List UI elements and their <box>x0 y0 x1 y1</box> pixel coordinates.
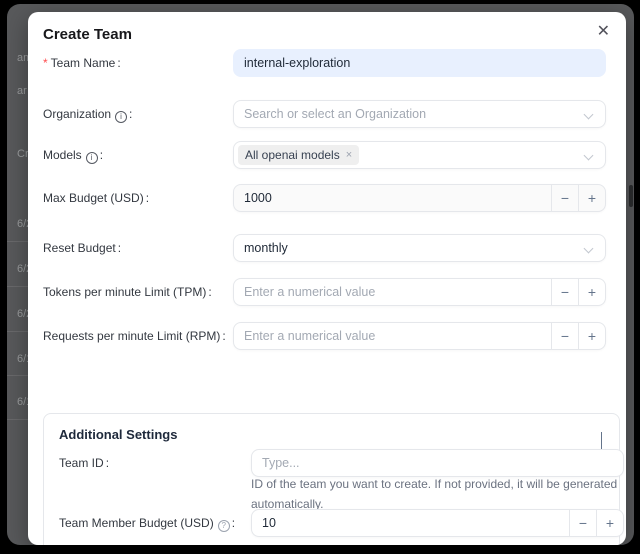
dimmed-background-window: am ar Cr 6/2 6/2 6/2 6/1 6/1 Create Team… <box>7 4 634 545</box>
tag-remove-icon[interactable]: × <box>346 149 352 161</box>
model-tag-label: All openai models <box>245 148 340 162</box>
organization-row: Organizationi: Search or select an Organ… <box>43 100 611 128</box>
reset-budget-value: monthly <box>234 241 288 255</box>
reset-budget-row: Reset Budget: monthly <box>43 234 611 262</box>
team-id-field <box>251 449 624 477</box>
modal-title: Create Team <box>43 26 132 43</box>
screenshot-stage: am ar Cr 6/2 6/2 6/2 6/1 6/1 Create Team… <box>0 0 640 554</box>
team-id-input[interactable] <box>252 450 623 476</box>
team-name-input[interactable] <box>234 50 605 76</box>
tpm-field: − + <box>233 278 606 306</box>
increment-button[interactable]: + <box>596 510 623 536</box>
decrement-button[interactable]: − <box>551 279 578 305</box>
background-table-divider <box>7 286 28 287</box>
rpm-label: Requests per minute Limit (RPM): <box>43 322 226 350</box>
tpm-row: Tokens per minute Limit (TPM): − + <box>43 278 611 306</box>
chevron-down-icon <box>584 110 594 120</box>
chevron-down-icon <box>584 151 594 161</box>
decrement-button[interactable]: − <box>551 185 578 211</box>
team-id-help-text: ID of the team you want to create. If no… <box>251 474 626 514</box>
max-budget-field: − + <box>233 184 606 212</box>
rpm-row: Requests per minute Limit (RPM): − + <box>43 322 611 350</box>
member-budget-input[interactable] <box>252 510 569 536</box>
member-budget-row: Team Member Budget (USD)?: − + <box>59 509 611 537</box>
tpm-label: Tokens per minute Limit (TPM): <box>43 278 212 306</box>
additional-settings-title: Additional Settings <box>59 427 177 442</box>
organization-label: Organizationi: <box>43 100 132 128</box>
tpm-input[interactable] <box>234 279 551 305</box>
max-budget-row: Max Budget (USD): − + <box>43 184 611 212</box>
team-name-label: *Team Name: <box>43 49 121 77</box>
help-icon: ? <box>218 520 230 532</box>
max-budget-label: Max Budget (USD): <box>43 184 149 212</box>
models-row: Modelsi: All openai models × <box>43 141 611 169</box>
increment-button[interactable]: + <box>578 185 605 211</box>
reset-budget-label: Reset Budget: <box>43 234 121 262</box>
background-table-divider <box>7 375 28 376</box>
team-id-label: Team ID: <box>59 449 109 477</box>
info-icon: i <box>86 152 98 164</box>
additional-settings-card: Additional Settings Team ID: ID of the t… <box>43 413 620 545</box>
background-scrollbar-thumb[interactable] <box>629 185 633 207</box>
organization-placeholder: Search or select an Organization <box>234 107 426 121</box>
decrement-button[interactable]: − <box>569 510 596 536</box>
background-table-divider <box>7 419 28 420</box>
increment-button[interactable]: + <box>578 323 605 349</box>
background-table-divider <box>7 241 28 242</box>
rpm-input[interactable] <box>234 323 551 349</box>
team-name-row: *Team Name: <box>43 49 611 77</box>
increment-button[interactable]: + <box>578 279 605 305</box>
team-name-field <box>233 49 606 77</box>
background-table-divider <box>7 331 28 332</box>
collapse-toggle[interactable] <box>601 432 602 450</box>
member-budget-label: Team Member Budget (USD)?: <box>59 509 235 537</box>
models-select[interactable]: All openai models × <box>233 141 606 169</box>
team-id-row: Team ID: <box>59 449 611 477</box>
close-icon[interactable]: ✕ <box>597 22 610 42</box>
max-budget-input[interactable] <box>234 185 551 211</box>
chevron-down-icon <box>584 244 594 254</box>
info-icon: i <box>115 111 127 123</box>
decrement-button[interactable]: − <box>551 323 578 349</box>
member-budget-field: − + <box>251 509 624 537</box>
reset-budget-select[interactable]: monthly <box>233 234 606 262</box>
required-asterisk: * <box>43 56 48 70</box>
models-label: Modelsi: <box>43 141 103 169</box>
organization-select[interactable]: Search or select an Organization <box>233 100 606 128</box>
model-tag: All openai models × <box>238 145 359 165</box>
chevron-up-icon <box>601 432 602 450</box>
create-team-modal: Create Team ✕ *Team Name: Organizationi:… <box>28 12 626 545</box>
rpm-field: − + <box>233 322 606 350</box>
